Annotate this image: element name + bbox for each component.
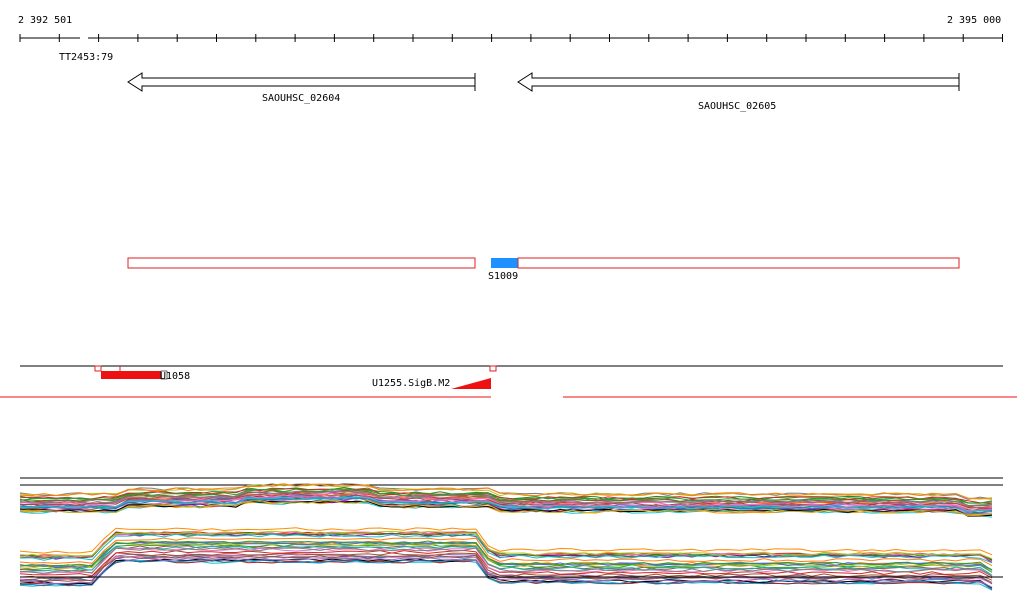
upstream-marker-a-left [94, 365, 102, 372]
upstream-marker-b [489, 365, 497, 372]
upstream-label-a: U1058 [160, 371, 190, 382]
panel-2-traces [19, 527, 993, 591]
segment-box-1[interactable] [127, 257, 476, 269]
upstream-block-a[interactable] [101, 371, 161, 379]
ruler-start-label: 2 392 501 [18, 15, 72, 26]
expression-panel-2 [19, 527, 1003, 591]
ruler-end-label: 2 395 000 [947, 15, 1001, 26]
sigb-triangle[interactable] [451, 378, 491, 389]
segment-label: S1009 [488, 271, 518, 282]
gene-arrow-1[interactable] [127, 72, 476, 92]
transcript-label: TT2453:79 [59, 52, 113, 63]
upstream-label-b: U1255.SigB.M2 [372, 378, 450, 389]
expression-panel-1 [19, 477, 1003, 518]
gene-arrow-2[interactable] [517, 72, 960, 92]
coordinate-ruler: 2 392 501 2 395 000 [18, 15, 1003, 42]
segment-highlight[interactable] [491, 258, 518, 268]
panel-1-traces [19, 483, 993, 518]
gene-label-2: SAOUHSC_02605 [698, 101, 776, 112]
genome-browser-view: 2 392 501 2 395 000 TT2453:79 SAOUHSC_02… [0, 0, 1024, 611]
genome-track-canvas: 2 392 501 2 395 000 TT2453:79 SAOUHSC_02… [0, 15, 1017, 591]
gene-label-1: SAOUHSC_02604 [262, 93, 340, 104]
segment-box-2[interactable] [517, 257, 960, 269]
